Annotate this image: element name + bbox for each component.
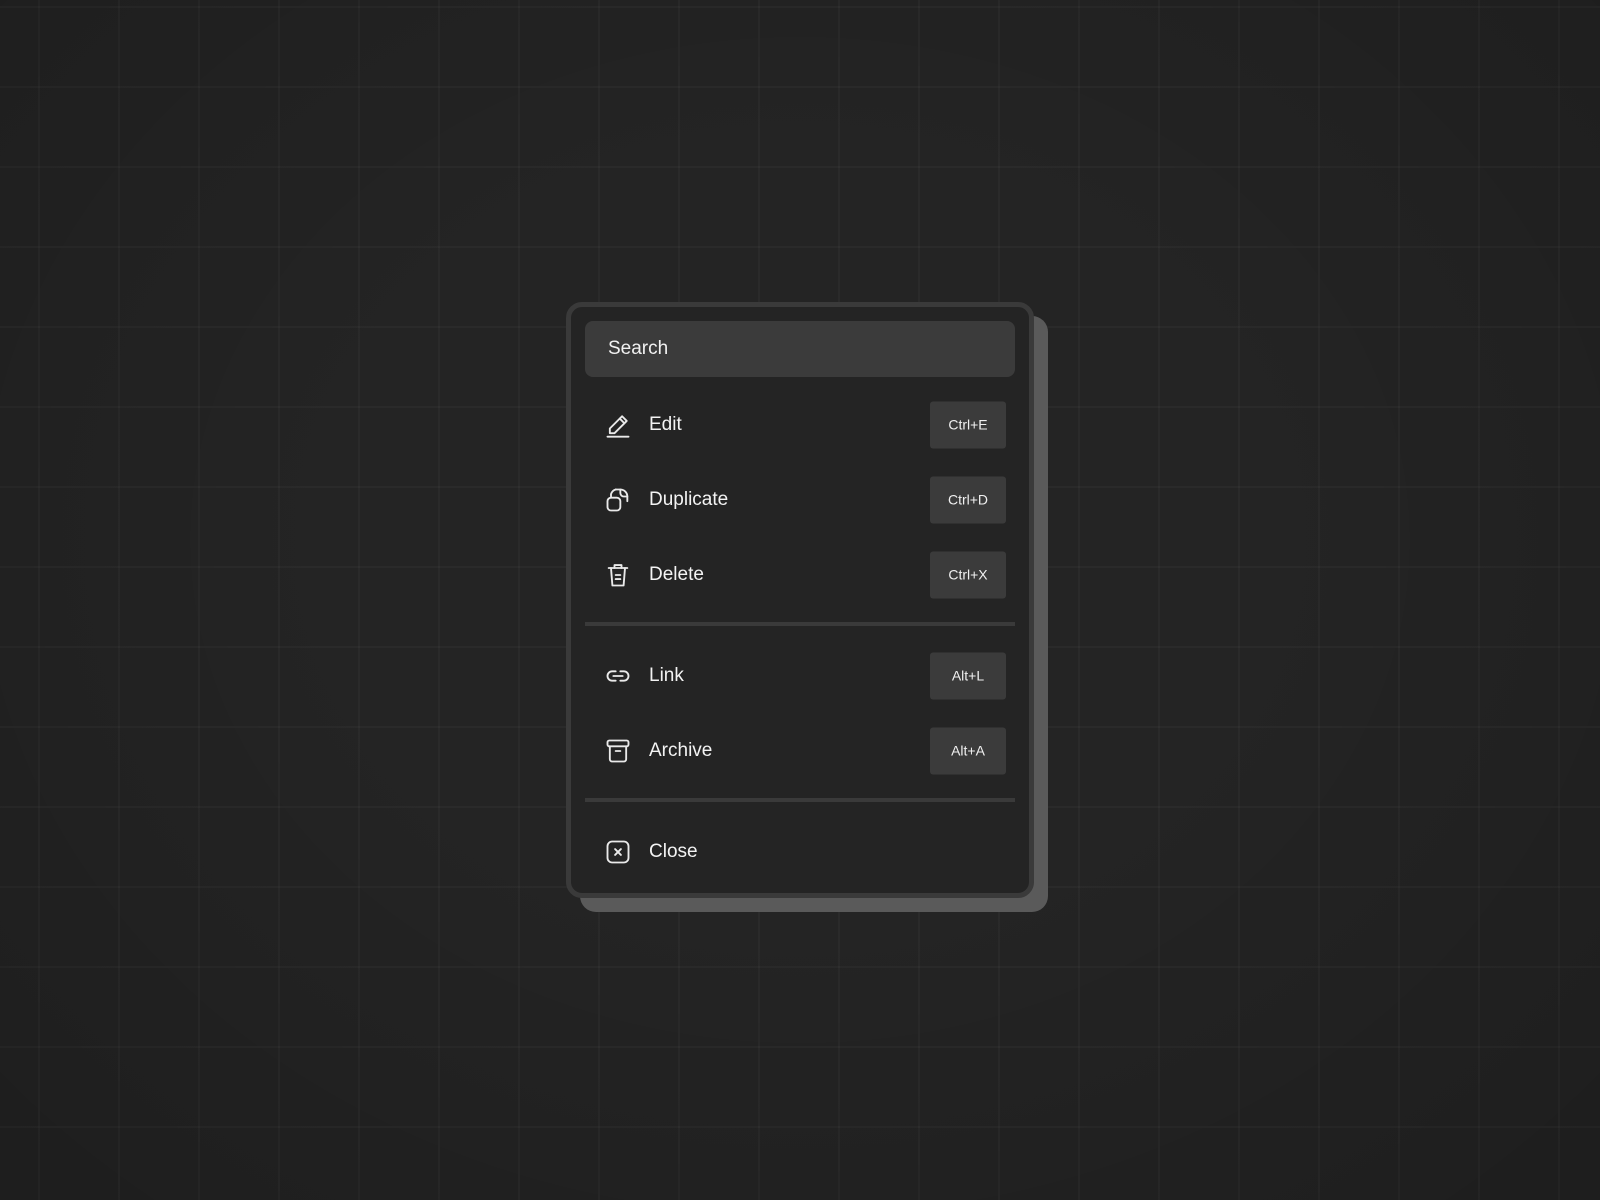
menu-item-label: Duplicate [649,488,729,510]
menu-item-link[interactable]: Link Alt+L [585,638,1015,713]
canvas-background: Search Edit Ctrl+E Duplicate Ctrl+D Dele… [0,0,1600,1200]
menu-item-label: Edit [649,413,682,435]
pencil-icon [603,410,633,440]
menu-item-close[interactable]: Close [585,814,1015,889]
menu-item-edit[interactable]: Edit Ctrl+E [585,387,1015,462]
search-placeholder: Search [608,338,669,359]
menu-item-archive[interactable]: Archive Alt+A [585,713,1015,788]
menu-item-label: Delete [649,563,704,585]
shortcut-badge: Ctrl+D [930,476,1006,523]
shortcut-badge: Ctrl+X [930,551,1006,598]
shortcut-badge: Alt+A [930,727,1006,774]
menu-divider [585,798,1015,802]
shortcut-badge: Alt+L [930,652,1006,699]
context-menu: Search Edit Ctrl+E Duplicate Ctrl+D Dele… [566,302,1034,898]
menu-item-label: Archive [649,739,713,761]
menu-divider [585,622,1015,626]
link-icon [603,661,633,691]
menu-item-label: Link [649,664,684,686]
menu-item-duplicate[interactable]: Duplicate Ctrl+D [585,462,1015,537]
search-input[interactable]: Search [585,321,1015,377]
duplicate-icon [603,485,633,515]
menu-item-label: Close [649,840,698,862]
shortcut-badge: Ctrl+E [930,401,1006,448]
close-icon [603,837,633,867]
archive-icon [603,736,633,766]
trash-icon [603,560,633,590]
menu-item-delete[interactable]: Delete Ctrl+X [585,537,1015,612]
